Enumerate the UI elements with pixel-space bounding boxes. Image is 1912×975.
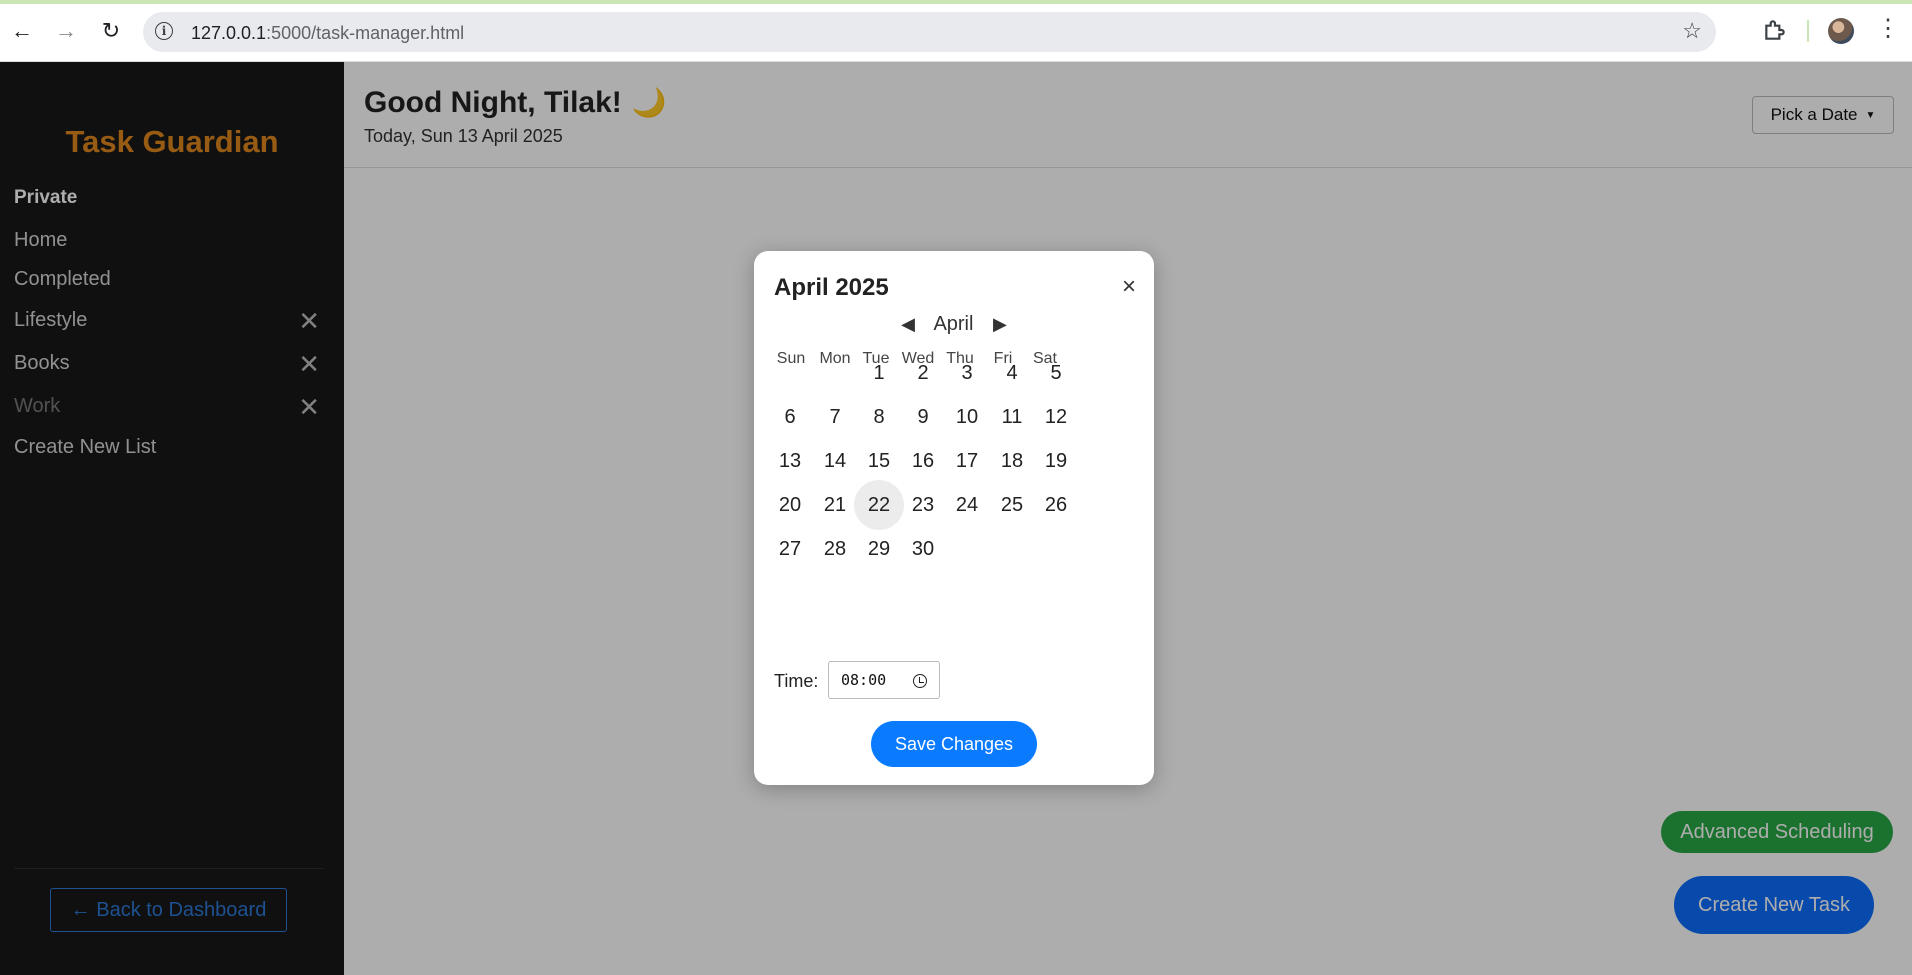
calendar-day[interactable]: 28 bbox=[810, 524, 860, 574]
back-arrow-icon[interactable]: ← bbox=[7, 16, 37, 46]
calendar-day[interactable]: 10 bbox=[942, 392, 992, 442]
calendar-day[interactable]: 4 bbox=[987, 348, 1037, 398]
toolbar-separator bbox=[1807, 20, 1809, 42]
calendar-day[interactable]: 9 bbox=[898, 392, 948, 442]
calendar-day[interactable]: 18 bbox=[987, 436, 1037, 486]
calendar-day[interactable]: 17 bbox=[942, 436, 992, 486]
loading-bar bbox=[0, 0, 1912, 4]
month-navigator: ◀ April ▶ bbox=[754, 313, 1154, 336]
url-host: 127.0.0.1 bbox=[191, 23, 267, 43]
time-value: 08:00 bbox=[841, 671, 887, 689]
extensions-icon[interactable] bbox=[1762, 17, 1788, 43]
browser-toolbar: ← → ↻ i 127.0.0.1:5000/task-manager.html… bbox=[0, 0, 1912, 62]
calendar-day[interactable]: 30 bbox=[898, 524, 948, 574]
calendar-day[interactable]: 21 bbox=[810, 480, 860, 530]
calendar-day[interactable]: 23 bbox=[898, 480, 948, 530]
calendar-day[interactable]: 3 bbox=[942, 348, 992, 398]
prev-month-icon[interactable]: ◀ bbox=[901, 314, 915, 334]
profile-avatar[interactable] bbox=[1828, 18, 1854, 44]
calendar-day[interactable]: 29 bbox=[854, 524, 904, 574]
reload-icon[interactable]: ↻ bbox=[96, 16, 126, 46]
calendar-day[interactable]: 6 bbox=[765, 392, 815, 442]
calendar-day[interactable]: 5 bbox=[1031, 348, 1081, 398]
address-bar[interactable]: i 127.0.0.1:5000/task-manager.html ☆ bbox=[143, 12, 1716, 52]
calendar-day[interactable]: 27 bbox=[765, 524, 815, 574]
save-changes-button[interactable]: Save Changes bbox=[871, 721, 1037, 767]
calendar-day[interactable]: 8 bbox=[854, 392, 904, 442]
close-icon[interactable]: × bbox=[1122, 273, 1136, 301]
modal-title: April 2025 bbox=[774, 274, 889, 301]
next-month-icon[interactable]: ▶ bbox=[993, 314, 1007, 334]
calendar-day[interactable]: 19 bbox=[1031, 436, 1081, 486]
calendar-day[interactable]: 16 bbox=[898, 436, 948, 486]
calendar-day[interactable]: 7 bbox=[810, 392, 860, 442]
calendar-day[interactable]: 11 bbox=[987, 392, 1037, 442]
menu-kebab-icon[interactable]: ⋮ bbox=[1876, 14, 1900, 44]
calendar-day[interactable]: 20 bbox=[765, 480, 815, 530]
month-label: April bbox=[933, 313, 974, 335]
time-label: Time: bbox=[774, 671, 819, 691]
site-info-icon[interactable]: i bbox=[155, 22, 173, 40]
calendar-day[interactable]: 2 bbox=[898, 348, 948, 398]
calendar-day-selected[interactable]: 22 bbox=[854, 480, 904, 530]
calendar-day[interactable]: 12 bbox=[1031, 392, 1081, 442]
forward-arrow-icon[interactable]: → bbox=[51, 16, 81, 46]
calendar-day[interactable]: 26 bbox=[1031, 480, 1081, 530]
calendar-day[interactable]: 13 bbox=[765, 436, 815, 486]
bookmark-star-icon[interactable]: ☆ bbox=[1682, 18, 1702, 44]
url-text[interactable]: 127.0.0.1:5000/task-manager.html bbox=[191, 23, 464, 44]
calendar-day[interactable]: 25 bbox=[987, 480, 1037, 530]
url-path: :5000/task-manager.html bbox=[266, 23, 465, 43]
calendar-day[interactable]: 1 bbox=[854, 348, 904, 398]
date-picker-modal: April 2025 × ◀ April ▶ Sun Mon Tue Wed Thu Fr… bbox=[754, 251, 1154, 785]
calendar-day[interactable]: 24 bbox=[942, 480, 992, 530]
clock-icon[interactable] bbox=[913, 674, 927, 688]
calendar-day[interactable]: 15 bbox=[854, 436, 904, 486]
time-input[interactable]: 08:00 bbox=[828, 661, 940, 699]
calendar-day[interactable]: 14 bbox=[810, 436, 860, 486]
